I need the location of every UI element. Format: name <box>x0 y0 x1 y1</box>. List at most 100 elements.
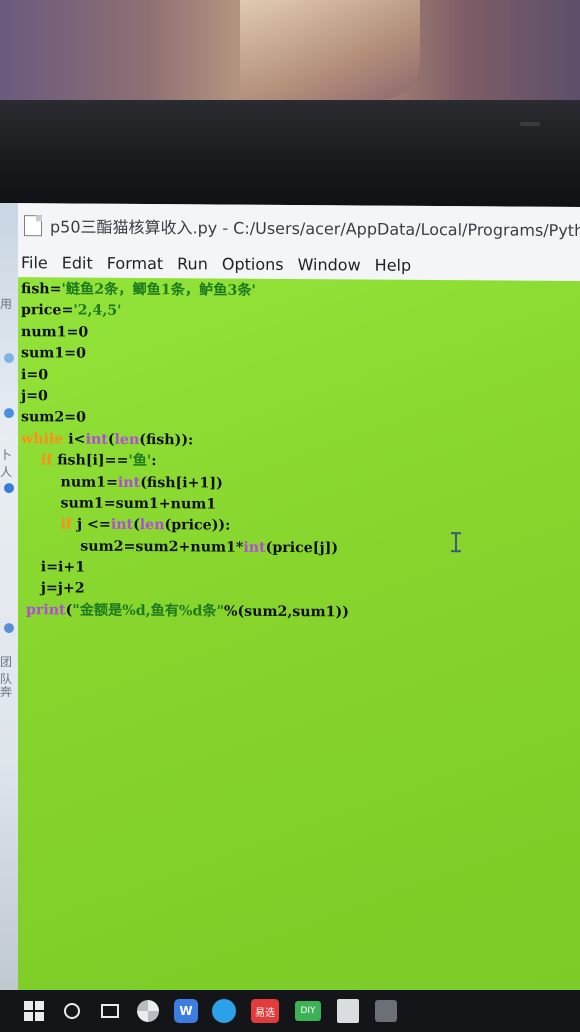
code-token: i=0 <box>21 366 49 383</box>
code-token: price= <box>21 302 74 319</box>
code-string: '鱼' <box>128 453 152 470</box>
search-circle-icon <box>64 1003 80 1019</box>
code-token: num1= <box>21 473 118 491</box>
code-token: i< <box>63 431 86 448</box>
code-token: (price[j]) <box>265 539 339 557</box>
menu-format[interactable]: Format <box>106 251 164 274</box>
taskbar: W 易选 DIY <box>0 990 580 1032</box>
screen: 用 卜人 团队 奔 p50三酯猫核算收入.py - C:/Users/acer/… <box>0 203 580 995</box>
code-line[interactable]: j=j+2 <box>21 579 349 603</box>
code-token: ( <box>133 517 140 534</box>
code-string: '鲢鱼2条，鲫鱼1条，鲈鱼3条' <box>61 281 256 299</box>
code-line[interactable]: i=i+1 <box>21 557 349 581</box>
text-cursor-icon <box>450 532 462 552</box>
menu-file[interactable]: File <box>20 251 49 274</box>
code-token: sum2=sum2+num1* <box>21 537 244 556</box>
red-app-icon: 易选 <box>251 999 279 1023</box>
pinwheel-icon <box>137 1000 159 1022</box>
desktop-fragment: 卜人 <box>0 448 13 480</box>
code-token: sum1=sum1+num1 <box>21 495 217 513</box>
code-editor[interactable]: fish='鲢鱼2条，鲫鱼1条，鲈鱼3条' price='2,4,5' num1=0… <box>18 277 580 995</box>
desktop-icon[interactable] <box>4 408 14 419</box>
code-token: (fish[i+1]) <box>140 474 223 492</box>
code-text[interactable]: fish='鲢鱼2条，鲫鱼1条，鲈鱼3条' price='2,4,5' num1=0… <box>21 279 349 624</box>
desktop-fragment: 用 <box>0 297 13 312</box>
code-builtin: len <box>114 431 140 448</box>
desktop-icon[interactable] <box>4 483 14 494</box>
code-token: (price)): <box>164 517 231 534</box>
start-button[interactable] <box>22 999 46 1023</box>
green-app-icon: DIY <box>295 1001 321 1021</box>
code-builtin: len <box>139 517 165 534</box>
code-token: %(sum2,sum1)) <box>223 603 349 621</box>
idle-editor-window: p50三酯猫核算收入.py - C:/Users/acer/AppData/Lo… <box>18 203 580 995</box>
taskbar-app-green[interactable]: DIY <box>294 999 322 1023</box>
monitor-sensor <box>520 122 540 126</box>
code-token: fish= <box>21 281 62 298</box>
search-button[interactable] <box>60 999 84 1023</box>
menu-window[interactable]: Window <box>297 253 362 276</box>
code-line[interactable]: if j <=int(len(price)): <box>21 514 349 538</box>
taskbar-app-gray[interactable] <box>374 999 398 1023</box>
code-builtin: int <box>117 474 141 491</box>
code-builtin: print <box>25 602 66 619</box>
menu-help[interactable]: Help <box>374 253 412 276</box>
code-line[interactable]: sum1=sum1+num1 <box>21 493 349 517</box>
code-token: sum1=0 <box>21 345 86 362</box>
code-token: j=0 <box>21 388 48 405</box>
code-line[interactable]: sum2=sum2+num1*int(price[j]) <box>21 536 349 560</box>
code-token: ( <box>107 431 115 448</box>
code-token: sum2=0 <box>21 409 86 426</box>
menu-run[interactable]: Run <box>176 252 209 275</box>
taskbar-app-browser[interactable]: W <box>174 999 198 1023</box>
menu-bar: File Edit Format Run Options Window Help <box>18 247 580 281</box>
python-file-icon <box>24 214 42 236</box>
code-line[interactable]: num1=0 <box>21 322 349 346</box>
desktop-fragment: 团队 <box>0 655 13 687</box>
code-line[interactable]: if fish[i]=='鱼': <box>21 450 349 474</box>
taskbar-app-qq[interactable] <box>212 999 236 1023</box>
background-photo <box>0 0 580 108</box>
menu-edit[interactable]: Edit <box>61 251 94 274</box>
code-line[interactable]: while i<int(len(fish)): <box>21 429 349 453</box>
browser-icon: W <box>174 999 198 1023</box>
windows-logo-icon <box>24 1001 44 1021</box>
desktop-icon[interactable] <box>4 623 14 634</box>
code-keyword: while <box>21 430 64 448</box>
desktop-background-strip: 用 卜人 团队 奔 <box>0 203 18 991</box>
code-keyword: if <box>40 452 53 469</box>
monitor-bezel <box>0 100 580 212</box>
desktop-icon[interactable] <box>4 353 14 364</box>
taskbar-app-pinwheel[interactable] <box>136 999 160 1023</box>
task-view-button[interactable] <box>98 999 122 1023</box>
code-builtin: int <box>110 517 134 534</box>
code-line[interactable]: print("金额是%d,鱼有%d条"%(sum2,sum1)) <box>21 600 349 624</box>
task-view-icon <box>101 1004 119 1018</box>
code-line[interactable]: sum1=0 <box>21 343 349 367</box>
code-token: : <box>151 453 157 470</box>
code-line[interactable]: num1=int(fish[i+1]) <box>21 472 349 496</box>
code-line[interactable]: fish='鲢鱼2条，鲫鱼1条，鲈鱼3条' <box>21 279 349 303</box>
code-line[interactable]: i=0 <box>21 365 349 389</box>
code-line[interactable]: j=0 <box>21 386 349 410</box>
code-token: i=i+1 <box>21 559 86 576</box>
code-builtin: int <box>243 539 266 556</box>
code-string: "金额是%d,鱼有%d条" <box>72 602 224 620</box>
title-bar[interactable]: p50三酯猫核算收入.py - C:/Users/acer/AppData/Lo… <box>18 203 580 251</box>
qq-icon <box>212 999 236 1023</box>
menu-options[interactable]: Options <box>221 252 285 275</box>
code-token: num1=0 <box>21 323 89 341</box>
code-token: j=j+2 <box>21 580 85 598</box>
code-token: fish[i]== <box>52 452 129 470</box>
taskbar-app-red[interactable]: 易选 <box>250 999 280 1023</box>
code-line[interactable]: price='2,4,5' <box>21 301 349 325</box>
code-token: j <= <box>72 516 111 534</box>
code-builtin: int <box>85 431 108 448</box>
desktop-fragment: 奔 <box>0 685 13 700</box>
code-keyword: if <box>60 516 73 533</box>
document-icon <box>337 999 359 1023</box>
code-line[interactable]: sum2=0 <box>21 407 349 431</box>
taskbar-app-document[interactable] <box>336 999 360 1023</box>
